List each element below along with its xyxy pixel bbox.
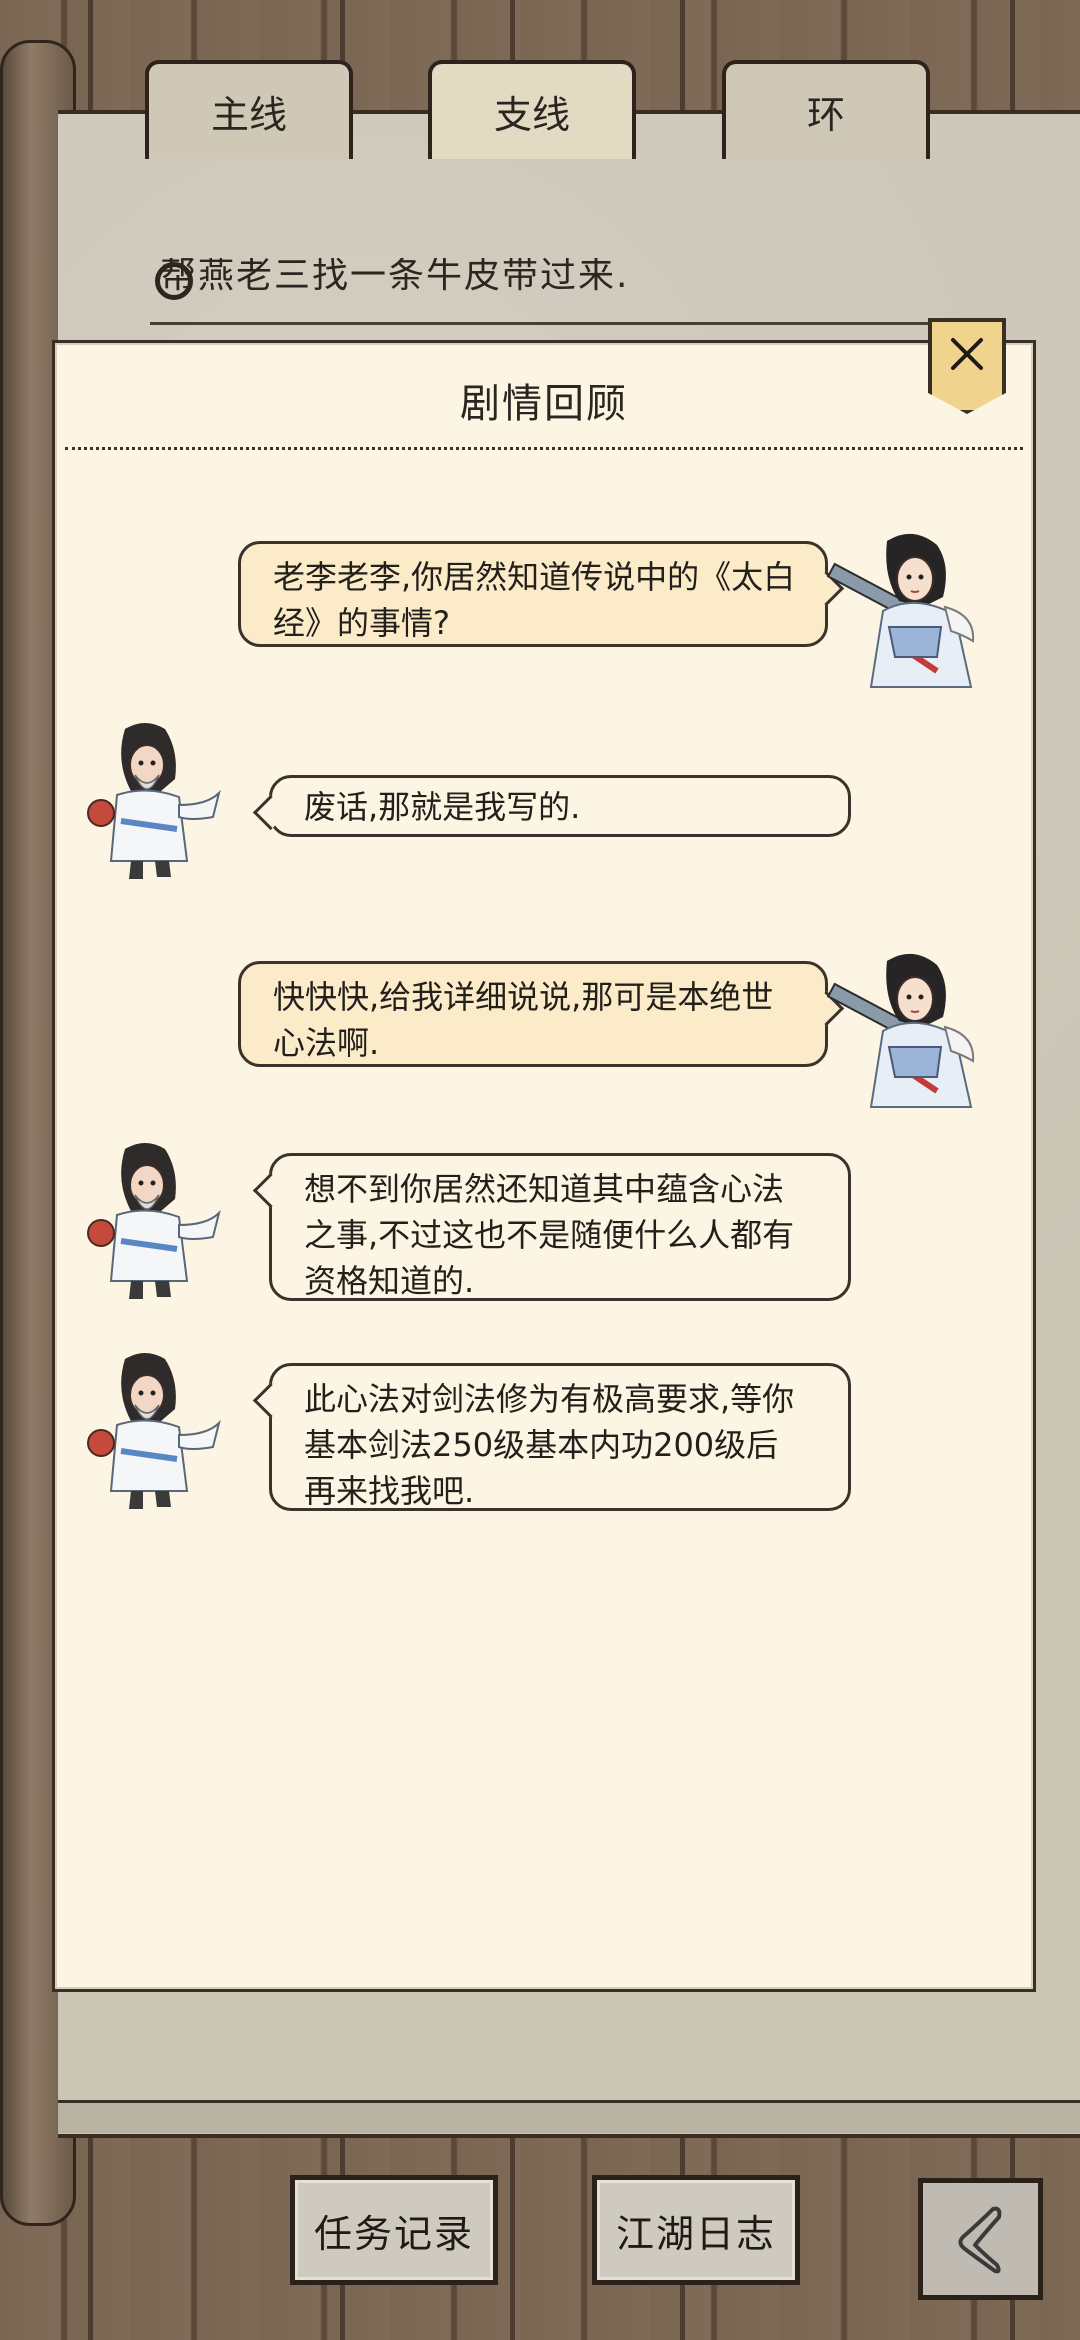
quest-description[interactable]: 帮燕老三找一条牛皮带过来. (160, 258, 629, 294)
heroine-avatar-icon (826, 953, 975, 1108)
tab-ring-quest[interactable]: 环 (722, 60, 930, 159)
task-record-label: 任务记录 (313, 2211, 474, 2256)
journal-label: 江湖日志 (615, 2211, 776, 2256)
chat-text-line: 之事,不过这也不是随便什么人都有 (304, 1216, 795, 1254)
old-li-avatar-icon (87, 1143, 221, 1299)
tab-main-quest[interactable]: 主线 (145, 60, 353, 159)
close-x-icon (951, 338, 983, 370)
chat-bubble-heroine: 老李老李,你居然知道传说中的《太白 经》的事情? (238, 541, 845, 647)
tab-label: 环 (806, 93, 845, 137)
back-arrow-icon (957, 2206, 1001, 2274)
old-li-avatar-icon (87, 723, 221, 879)
dialog-title: 剧情回顾 (460, 381, 628, 427)
chat-text-line: 心法啊. (273, 1024, 380, 1062)
tab-side-quest[interactable]: 支线 (428, 60, 636, 159)
chat-text-line: 想不到你居然还知道其中蕴含心法 (304, 1170, 785, 1208)
chat-text-line: 快快快,给我详细说说,那可是本绝世 (273, 978, 774, 1016)
tab-label: 支线 (493, 93, 570, 137)
quest-divider (150, 322, 930, 325)
chat-text-line: 此心法对剑法修为有极高要求,等你 (304, 1380, 795, 1418)
chat-text-line: 经》的事情? (273, 604, 450, 642)
task-record-button[interactable]: 任务记录 (290, 2175, 498, 2285)
chat-bubble-old-li: 想不到你居然还知道其中蕴含心法 之事,不过这也不是随便什么人都有 资格知道的. (252, 1153, 851, 1301)
jianghu-journal-button[interactable]: 江湖日志 (592, 2175, 800, 2285)
chat-bubble-old-li: 废话,那就是我写的. (252, 775, 851, 837)
heroine-avatar-icon (826, 533, 975, 688)
back-button[interactable] (918, 2178, 1043, 2300)
chat-text-line: 基本剑法250级基本内功200级后 (304, 1426, 779, 1464)
tab-label: 主线 (210, 93, 287, 137)
chat-text-line: 资格知道的. (304, 1262, 475, 1300)
chat-text-line: 老李老李,你居然知道传说中的《太白 (273, 558, 796, 596)
chat-text-line: 废话,那就是我写的. (304, 788, 581, 826)
old-li-avatar-icon (87, 1353, 221, 1509)
story-recap-dialog: 剧情回顾 老李老李,你居然知道传说中的《太白 经》的事情? 废话,那就是我写的.… (52, 340, 1036, 1992)
chat-bubble-heroine: 快快快,给我详细说说,那可是本绝世 心法啊. (238, 961, 845, 1067)
chat-text-line: 再来找我吧. (304, 1472, 475, 1510)
scroll-bottom-band (58, 2100, 1080, 2133)
dotted-divider (65, 447, 1023, 450)
chat-bubble-old-li: 此心法对剑法修为有极高要求,等你 基本剑法250级基本内功200级后 再来找我吧… (252, 1363, 851, 1511)
